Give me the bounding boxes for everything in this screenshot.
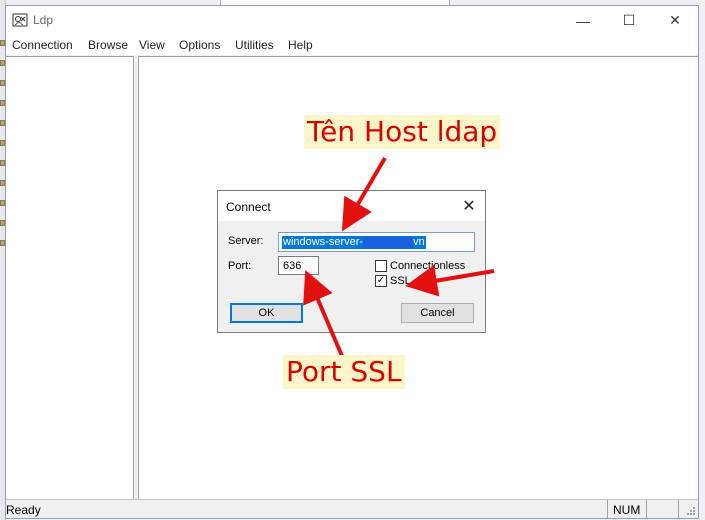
screen: Ldp — ☐ ✕ Connection Browse View Options…	[0, 0, 705, 520]
dialog-title: Connect	[226, 200, 271, 214]
status-empty-panel	[647, 500, 679, 519]
ssl-label: SSL	[390, 275, 411, 287]
dialog-close-icon[interactable]: ✕	[459, 196, 479, 216]
status-num-indicator: NUM	[607, 500, 647, 519]
maximize-button[interactable]: ☐	[606, 6, 652, 35]
redacted-hostname	[363, 236, 414, 248]
menu-options[interactable]: Options	[179, 38, 220, 52]
connectionless-checkbox[interactable]	[375, 260, 387, 272]
port-input[interactable]: 636	[278, 256, 319, 275]
connectionless-label: Connectionless	[390, 260, 466, 272]
status-bar: Ready NUM	[6, 499, 698, 519]
resize-grip-icon[interactable]	[686, 506, 696, 516]
server-label: Server:	[228, 235, 264, 247]
ok-button[interactable]: OK	[230, 303, 303, 323]
dialog-title-bar[interactable]: Connect ✕	[218, 191, 485, 221]
connect-dialog: Connect ✕ Server: windows-server-vn Port…	[217, 190, 486, 333]
server-input[interactable]: windows-server-vn	[278, 232, 475, 252]
minimize-button[interactable]: —	[560, 6, 606, 35]
title-bar[interactable]: Ldp — ☐ ✕	[6, 6, 698, 35]
menu-browse[interactable]: Browse	[88, 38, 128, 52]
menu-bar: Connection Browse View Options Utilities…	[6, 35, 698, 55]
cancel-button[interactable]: Cancel	[401, 303, 474, 323]
menu-help[interactable]: Help	[288, 38, 313, 52]
server-selected-text: windows-server-vn	[282, 236, 426, 249]
menu-view[interactable]: View	[139, 38, 165, 52]
ldp-app-icon	[12, 13, 28, 27]
port-label: Port:	[228, 260, 252, 272]
menu-utilities[interactable]: Utilities	[235, 38, 274, 52]
window-title: Ldp	[33, 13, 54, 27]
menu-connection[interactable]: Connection	[12, 38, 73, 52]
ssl-checkbox[interactable]: ✓	[375, 275, 387, 287]
close-button[interactable]: ✕	[652, 6, 698, 35]
tree-pane[interactable]	[6, 56, 134, 499]
host-annotation: Tên Host ldap	[304, 115, 501, 149]
status-text: Ready	[6, 503, 41, 517]
port-annotation: Port SSL	[283, 355, 405, 389]
